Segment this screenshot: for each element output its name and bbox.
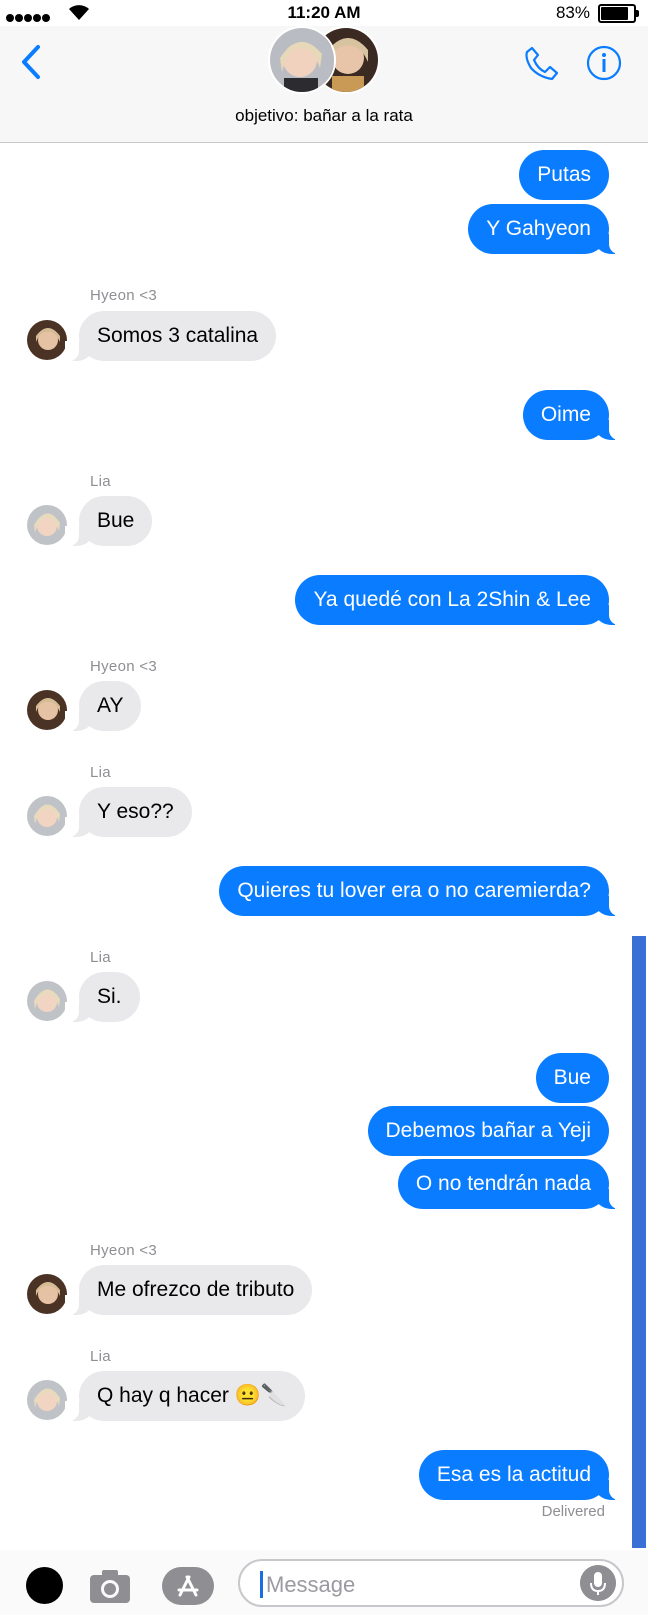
outgoing-message[interactable]: Ya quedé con La 2Shin & Lee [295,575,623,625]
outgoing-message[interactable]: Quieres tu lover era o no caremierda? [219,866,623,916]
camera-icon[interactable] [88,1567,132,1605]
sender-name: Lia [90,764,111,781]
sender-name: Lia [90,949,111,966]
sender-name: Lia [90,473,111,490]
sender-name: Hyeon <3 [90,658,158,675]
group-avatars[interactable] [268,26,383,96]
scrollbar[interactable] [632,936,646,1548]
outgoing-message[interactable]: Putas [519,150,609,200]
avatar-lia [27,1380,67,1420]
group-name[interactable]: objetivo: bañar a la rata [0,106,648,126]
avatar-hyeon [27,1274,67,1314]
text-caret [260,1571,263,1598]
incoming-message[interactable]: Somos 3 catalina [64,311,277,361]
avatar-1 [268,26,336,94]
incoming-message[interactable]: Si. [65,972,140,1022]
outgoing-message[interactable]: Debemos bañar a Yeji [367,1106,609,1156]
delivered-status: Delivered [541,1503,605,1520]
sender-name: Hyeon <3 [90,1242,158,1259]
phone-icon[interactable] [523,44,561,82]
incoming-message[interactable]: Q hay q hacer 😐🔪 [64,1371,306,1421]
avatar-lia [27,505,67,545]
sender-name: Hyeon <3 [90,287,158,304]
digital-touch-icon[interactable] [26,1567,63,1604]
incoming-message[interactable]: Bue [64,496,153,546]
avatar-hyeon [27,320,67,360]
outgoing-message[interactable]: O no tendrán nada [397,1159,624,1209]
conversation-header: objetivo: bañar a la rata [0,26,648,143]
outgoing-message[interactable]: Esa es la actitud [418,1450,624,1500]
battery-percentage: 83% [555,3,590,22]
incoming-message[interactable]: Y eso?? [65,787,192,837]
app-store-icon[interactable] [162,1567,214,1605]
composer-bar: Message [0,1550,648,1615]
message-placeholder: Message [266,1572,356,1597]
microphone-icon[interactable] [580,1565,616,1601]
outgoing-message[interactable]: Y Gahyeon [468,204,623,254]
avatar-lia [27,796,67,836]
avatar-hyeon [27,690,67,730]
incoming-message[interactable]: AY [64,681,142,731]
status-time: 11:20 AM [287,3,361,22]
sender-name: Lia [90,1348,111,1365]
outgoing-message[interactable]: Oime [522,390,624,440]
battery-icon [598,4,639,23]
info-icon[interactable] [585,44,623,82]
back-chevron-icon[interactable] [18,42,44,82]
outgoing-message[interactable]: Bue [535,1053,609,1103]
incoming-message[interactable]: Me ofrezco de tributo [64,1265,313,1315]
message-input[interactable]: Message [238,1559,624,1607]
status-bar: 11:20 AM 83% [0,0,648,26]
avatar-lia [27,981,67,1021]
